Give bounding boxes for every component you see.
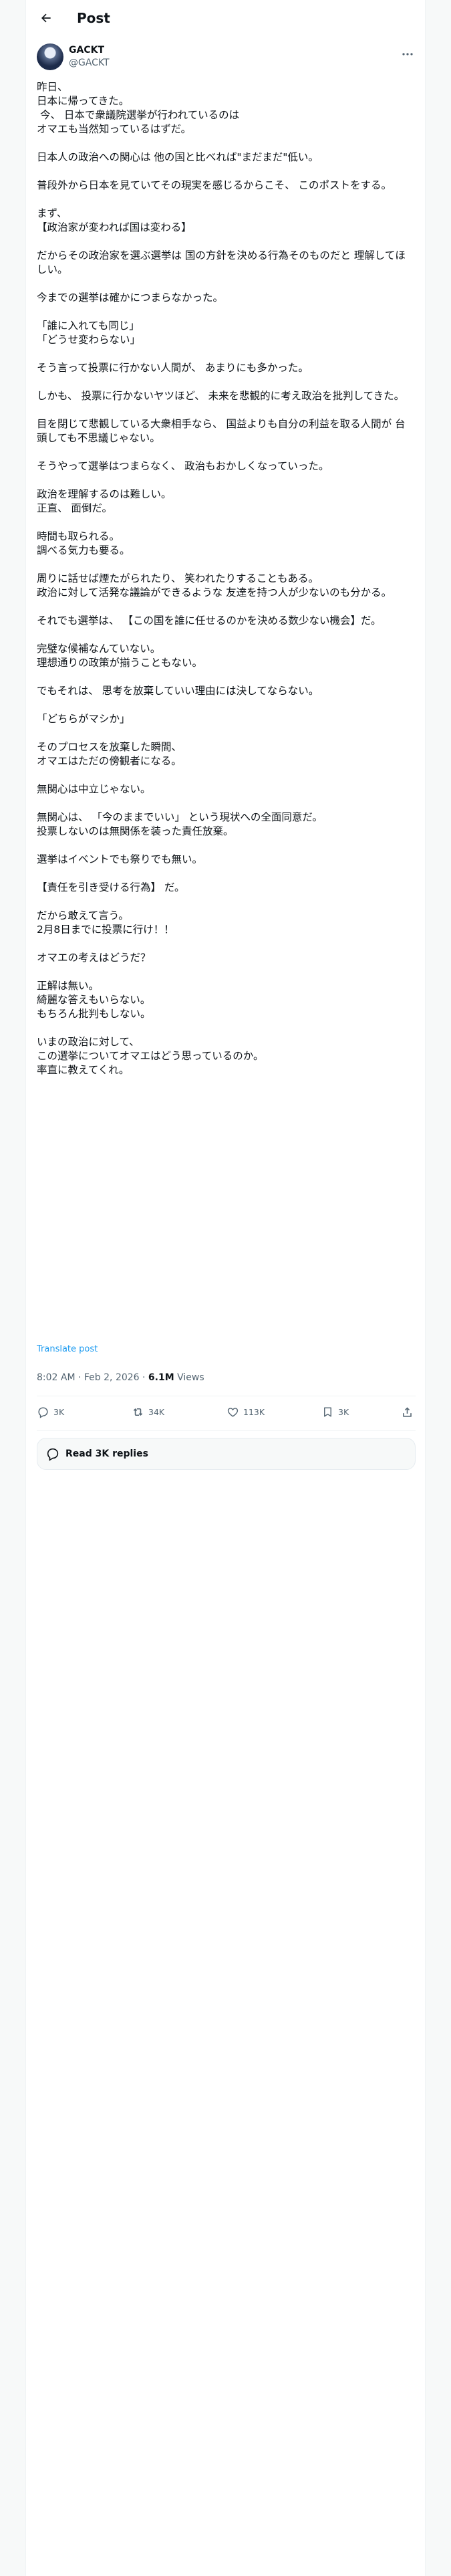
top-bar: Post [26, 0, 425, 35]
post-author-row: GACKT @GACKT [37, 42, 416, 72]
read-replies-label: Read 3K replies [65, 1448, 148, 1459]
divider [37, 1430, 416, 1431]
like-count: 113K [243, 1407, 265, 1417]
heart-icon [227, 1408, 239, 1417]
read-replies-button[interactable]: Read 3K replies [37, 1438, 416, 1470]
share-button[interactable] [401, 1406, 418, 1418]
post-actions: 3K 34K 113K 3K [37, 1396, 416, 1430]
post-text: 昨日、 日本に帰ってきた。 今、 日本で衆議院選挙が行われているのは オマエも当… [37, 81, 406, 1076]
bookmark-count: 3K [338, 1407, 349, 1417]
views-count: 6.1M [148, 1372, 174, 1383]
page-title: Post [77, 9, 110, 26]
author-handle[interactable]: @GACKT [69, 58, 110, 68]
speech-bubble-icon [47, 1448, 59, 1461]
repost-button[interactable]: 34K [132, 1406, 164, 1418]
reply-count: 3K [53, 1407, 65, 1417]
repost-icon [133, 1408, 143, 1416]
author-name[interactable]: GACKT [69, 45, 104, 56]
more-options-button[interactable] [400, 46, 416, 62]
post-column: Post GACKT @GACKT 昨日、 日本に帰ってきた。 今、 日本で衆議… [25, 0, 426, 2576]
reply-icon [38, 1407, 48, 1418]
post-meta: 8:02 AM · Feb 2, 2026 · 6.1M Views [37, 1372, 204, 1383]
share-icon [403, 1407, 412, 1417]
translate-post-link[interactable]: Translate post [37, 1344, 98, 1354]
like-button[interactable]: 113K [227, 1406, 265, 1418]
bookmark-button[interactable]: 3K [321, 1406, 349, 1418]
back-arrow-icon [41, 13, 51, 22]
views-label: Views [174, 1372, 204, 1383]
more-horizontal-icon [402, 53, 413, 56]
bookmark-icon [324, 1407, 331, 1417]
back-button[interactable] [34, 6, 58, 30]
reply-button[interactable]: 3K [37, 1406, 64, 1418]
repost-count: 34K [148, 1407, 165, 1417]
avatar[interactable] [37, 43, 63, 70]
post-timestamp[interactable]: 8:02 AM · Feb 2, 2026 · [37, 1372, 148, 1383]
